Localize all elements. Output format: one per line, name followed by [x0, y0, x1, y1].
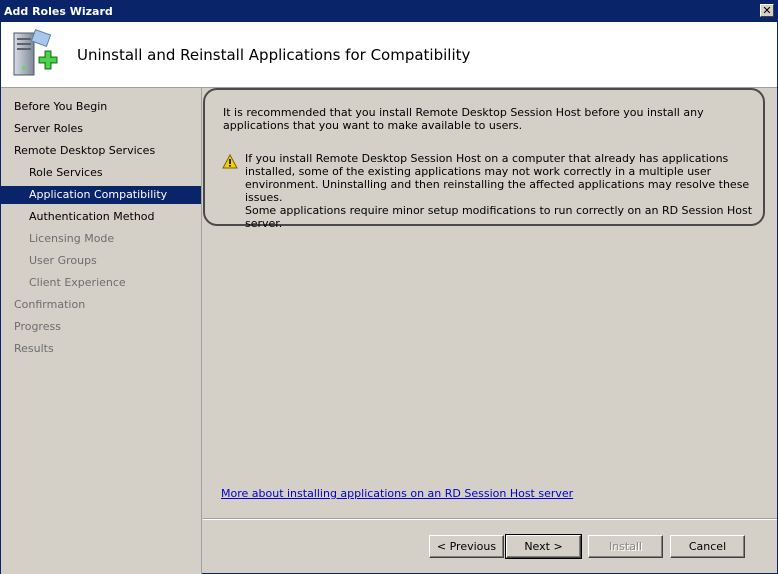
step-authentication-method[interactable]: Authentication Method: [1, 208, 201, 226]
wizard-steps-sidebar: Before You Begin Server Roles Remote Des…: [1, 88, 202, 574]
close-button[interactable]: ✕: [760, 4, 774, 17]
step-client-experience: Client Experience: [29, 276, 126, 289]
warning-icon: [222, 154, 238, 169]
footer-divider-highlight: [203, 519, 777, 520]
sidebar-divider: [201, 88, 202, 574]
previous-button[interactable]: < Previous: [429, 535, 504, 558]
server-add-icon: [13, 28, 58, 76]
step-application-compatibility[interactable]: Application Compatibility: [1, 186, 201, 204]
page-title: Uninstall and Reinstall Applications for…: [77, 46, 471, 64]
step-results: Results: [14, 342, 54, 355]
step-role-services[interactable]: Role Services: [1, 164, 201, 182]
next-button[interactable]: Next >: [505, 534, 582, 559]
step-server-roles[interactable]: Server Roles: [1, 120, 201, 138]
step-progress: Progress: [14, 320, 61, 333]
step-confirmation: Confirmation: [14, 298, 86, 311]
step-user-groups: User Groups: [29, 254, 97, 267]
step-licensing-mode: Licensing Mode: [29, 232, 115, 245]
info-callout: It is recommended that you install Remot…: [203, 88, 765, 230]
intro-text: It is recommended that you install Remot…: [223, 106, 704, 132]
step-remote-desktop-services[interactable]: Remote Desktop Services: [1, 142, 201, 160]
warning-text: If you install Remote Desktop Session Ho…: [245, 152, 750, 204]
main-content: It is recommended that you install Remot…: [203, 88, 777, 518]
window-title: Add Roles Wizard: [4, 5, 113, 18]
install-button[interactable]: Install: [588, 535, 663, 558]
note-text: Some applications require minor setup mo…: [245, 204, 753, 230]
close-icon: ✕: [762, 4, 772, 17]
title-bar: Add Roles Wizard ✕: [1, 1, 777, 22]
wizard-header: Uninstall and Reinstall Applications for…: [1, 22, 777, 88]
wizard-window: Add Roles Wizard ✕ Uninstall and Reinsta…: [0, 0, 778, 574]
cancel-button[interactable]: Cancel: [670, 535, 745, 558]
step-before-you-begin[interactable]: Before You Begin: [1, 98, 201, 116]
help-link[interactable]: More about installing applications on an…: [221, 487, 573, 500]
